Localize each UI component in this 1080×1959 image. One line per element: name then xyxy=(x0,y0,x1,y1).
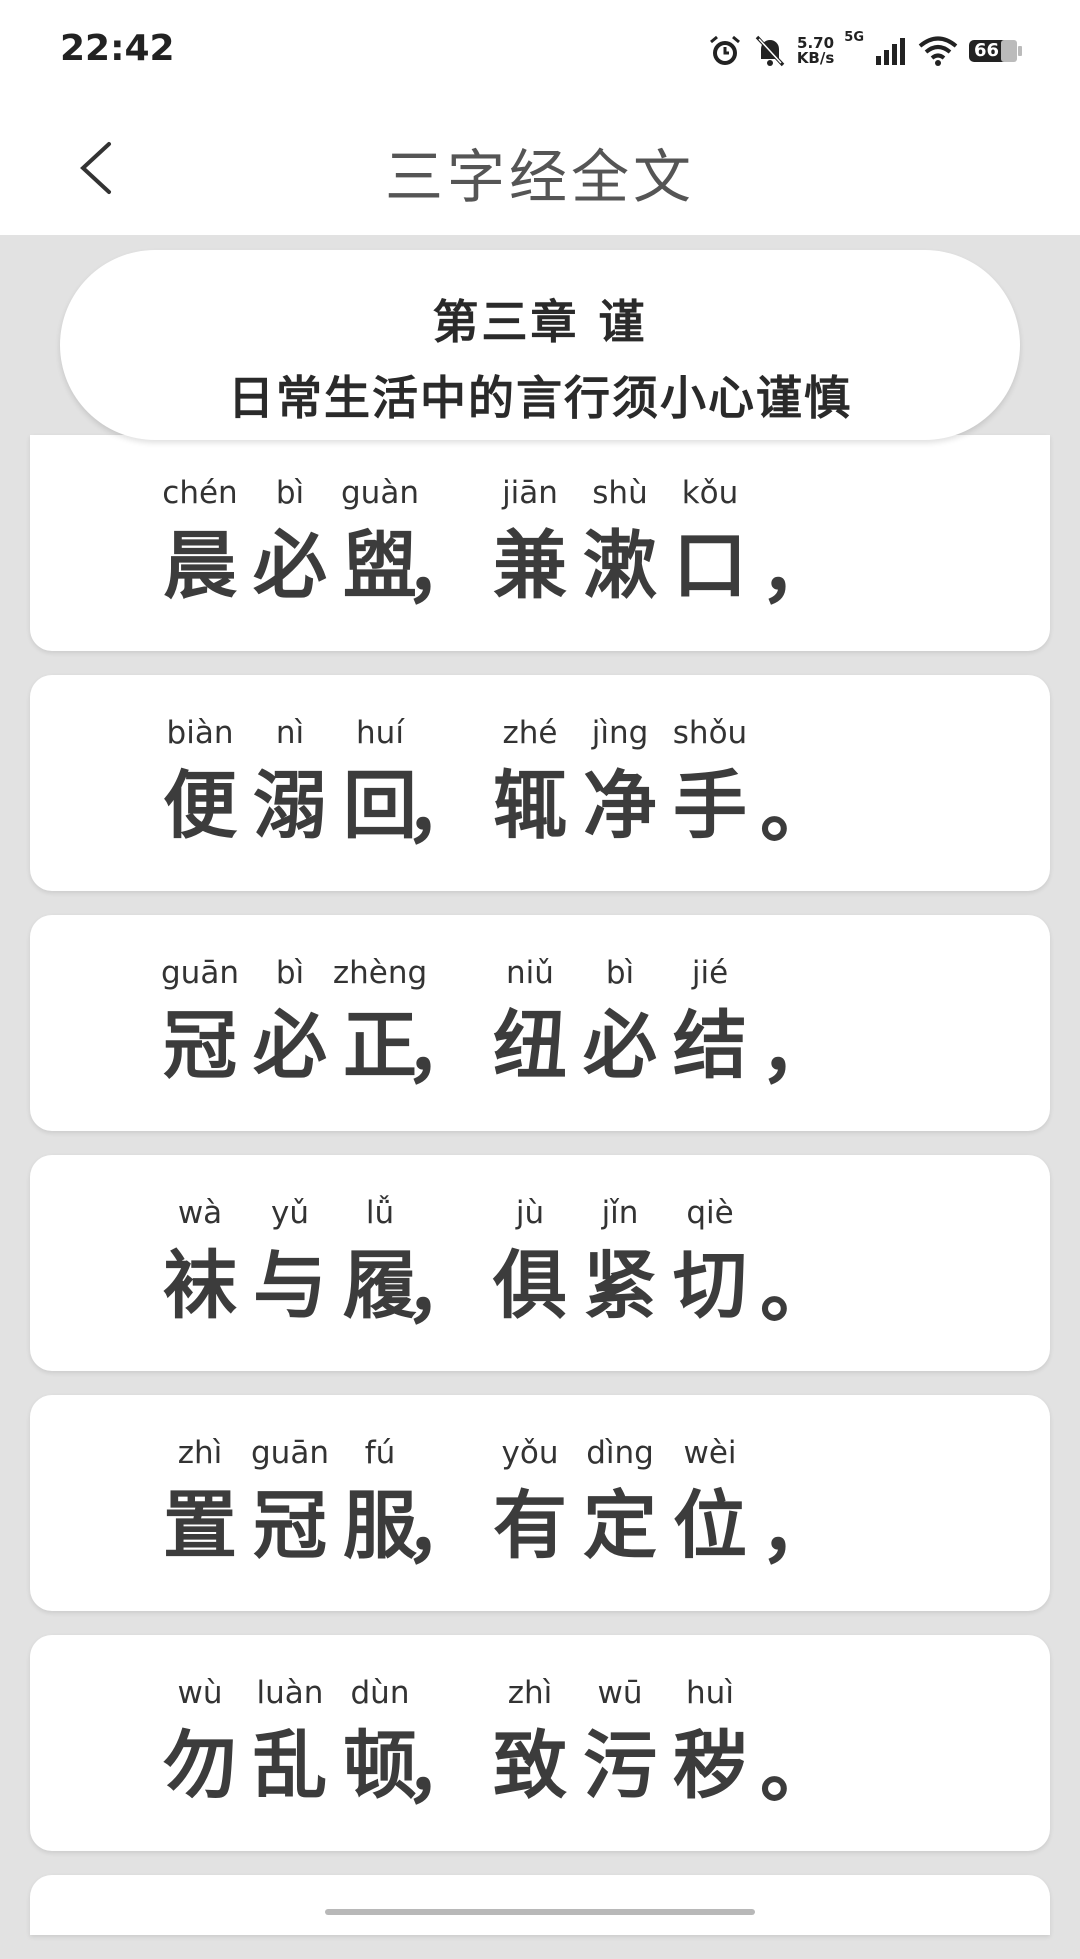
mid-punctuation: ， xyxy=(405,1487,479,1573)
pinyin-label: huí xyxy=(356,715,404,751)
pinyin-label: huì xyxy=(686,1675,734,1711)
hanzi-character: 位 xyxy=(673,1483,747,1569)
verse-list[interactable]: chén 晨 bì 必 guàn 盥 jiān 兼 shù 漱 kǒu 口，， biàn 便 nì 溺 huí 回… xyxy=(30,435,1050,1959)
verse-char: wèi 位 xyxy=(650,1395,770,1571)
mid-punctuation: ， xyxy=(405,767,479,853)
end-punctuation: ， xyxy=(760,1007,834,1093)
pinyin-label: kǒu xyxy=(681,475,739,511)
wifi-icon xyxy=(918,35,958,67)
battery-level: 66 xyxy=(974,40,1000,61)
pinyin-label: lǚ xyxy=(365,1195,395,1231)
net-speed: 5.70 KB/s xyxy=(797,36,834,66)
hanzi-character: 秽 xyxy=(673,1723,747,1809)
mid-punctuation: ， xyxy=(405,1247,479,1333)
verse-card[interactable]: wù 勿 luàn 乱 dùn 顿 zhì 致 wū 污 huì 秽，。 xyxy=(30,1635,1050,1851)
end-punctuation: ， xyxy=(760,527,834,613)
verse-char: qiè 切 xyxy=(650,1155,770,1331)
status-icons: 5.70 KB/s 5G 66 xyxy=(707,30,1024,72)
pinyin-label: shǒu xyxy=(672,715,748,751)
pinyin-label: qiè xyxy=(686,1195,734,1231)
end-punctuation: 。 xyxy=(760,1247,834,1333)
status-time: 22:42 xyxy=(60,28,175,69)
pinyin-label: wèi xyxy=(683,1435,737,1471)
app-header: 三字经全文 xyxy=(0,100,1080,235)
status-bar: 22:42 5.70 KB/s 5G 66 xyxy=(0,0,1080,100)
hanzi-character: 手 xyxy=(673,763,747,849)
verse-card[interactable]: chén 晨 bì 必 guàn 盥 jiān 兼 shù 漱 kǒu 口，， xyxy=(30,435,1050,651)
signal-icon xyxy=(874,36,908,66)
hanzi-character: 结 xyxy=(673,1003,747,1089)
verse-card[interactable]: guān 冠 bì 必 zhèng 正 niǔ 纽 bì 必 jié 结，， xyxy=(30,915,1050,1131)
pinyin-label: fú xyxy=(364,1435,396,1471)
pinyin-label: guàn xyxy=(341,475,419,511)
chapter-card: 第三章 谨 日常生活中的言行须小心谨慎 xyxy=(60,250,1020,440)
mid-punctuation: ， xyxy=(405,1007,479,1093)
pinyin-label: zhèng xyxy=(332,955,428,991)
verse-card[interactable]: zhì 置 guān 冠 fú 服 yǒu 有 dìng 定 wèi 位，， xyxy=(30,1395,1050,1611)
verse-char: huì 秽 xyxy=(650,1635,770,1811)
chapter-subtitle: 日常生活中的言行须小心谨慎 xyxy=(228,371,852,425)
verse-char: shǒu 手 xyxy=(650,675,770,851)
end-punctuation: 。 xyxy=(760,767,834,853)
mute-bell-icon xyxy=(753,33,787,69)
hanzi-character: 口 xyxy=(673,523,747,609)
verse-card-partial[interactable] xyxy=(30,1875,1050,1935)
verse-card[interactable]: wà 袜 yǔ 与 lǚ 履 jù 俱 jǐn 紧 qiè 切，。 xyxy=(30,1155,1050,1371)
mid-punctuation: ， xyxy=(405,1727,479,1813)
pinyin-label: jié xyxy=(691,955,729,991)
page-title: 三字经全文 xyxy=(384,143,695,211)
chapter-title: 第三章 谨 xyxy=(432,295,648,349)
verse-char: kǒu 口 xyxy=(650,435,770,611)
network-type: 5G xyxy=(844,30,864,45)
pinyin-label: dùn xyxy=(350,1675,410,1711)
net-speed-unit: KB/s xyxy=(796,49,835,67)
verse-char: jié 结 xyxy=(650,915,770,1091)
mid-punctuation: ， xyxy=(405,527,479,613)
alarm-icon xyxy=(707,33,743,69)
home-indicator[interactable] xyxy=(325,1909,755,1915)
battery-icon: 66 xyxy=(968,37,1024,65)
hanzi-character: 切 xyxy=(673,1243,747,1329)
verse-card[interactable]: biàn 便 nì 溺 huí 回 zhé 辄 jìng 净 shǒu 手，。 xyxy=(30,675,1050,891)
end-punctuation: ， xyxy=(760,1487,834,1573)
end-punctuation: 。 xyxy=(760,1727,834,1813)
